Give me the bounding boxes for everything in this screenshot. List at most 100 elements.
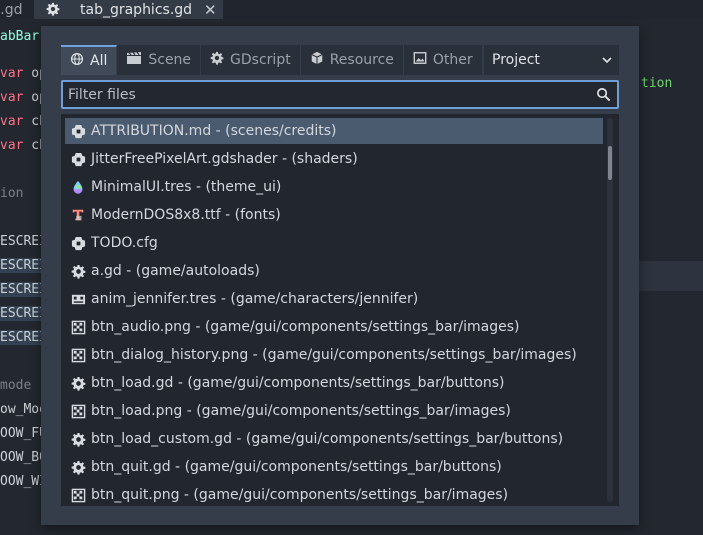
code-line: OOW_BO (0, 450, 47, 465)
file-list-item[interactable]: btn_load.png - (game/gui/components/sett… (65, 398, 603, 424)
file-icon (65, 152, 91, 167)
code-line: mode (0, 378, 31, 393)
file-list-item[interactable]: btn_quit.gd - (game/gui/components/setti… (65, 454, 603, 480)
code-keyword: var (0, 66, 24, 81)
file-type-tabs: All Scene GDscript Resource Other Projec… (61, 45, 619, 75)
image-icon (65, 320, 91, 335)
current-line-highlight (639, 261, 703, 291)
scrollbar-thumb[interactable] (608, 146, 612, 180)
image-icon (65, 488, 91, 503)
file-label: btn_load.gd - (game/gui/components/setti… (91, 375, 505, 391)
code-line: var ch (0, 138, 47, 153)
code-line: abBar (0, 29, 39, 44)
code-line: ESCREI (0, 258, 47, 273)
file-list-item[interactable]: MinimalUI.tres - (theme_ui) (65, 174, 603, 200)
file-list-item[interactable]: a.gd - (game/autoloads) (65, 258, 603, 284)
editor-tab-label: tab_graphics.gd (80, 1, 193, 18)
code-text: OOW_BO (0, 450, 47, 465)
cube-icon (310, 51, 324, 69)
file-list-item[interactable]: TODO.cfg (65, 230, 603, 256)
gear-icon (65, 264, 91, 279)
code-line: ESCREI (0, 330, 47, 345)
code-line: OOW_WI (0, 474, 47, 489)
code-text: ESCREI (0, 306, 47, 321)
scope-select-value: Project (492, 52, 540, 68)
scope-select[interactable]: Project (484, 45, 619, 75)
file-label: btn_dialog_history.png - (game/gui/compo… (91, 347, 577, 363)
image-icon (65, 404, 91, 419)
file-list-item[interactable]: btn_load.gd - (game/gui/components/setti… (65, 370, 603, 396)
code-line: ESCREI (0, 282, 47, 297)
file-list-item[interactable]: btn_load_custom.gd - (game/gui/component… (65, 426, 603, 452)
code-text: OOW_WI (0, 474, 47, 489)
file-label: MinimalUI.tres - (theme_ui) (91, 179, 282, 195)
file-icon (65, 236, 91, 251)
code-fragment: tion (641, 76, 673, 91)
file-label: btn_quit.gd - (game/gui/components/setti… (91, 459, 502, 475)
file-list-item[interactable]: ModernDOS8x8.ttf - (fonts) (65, 202, 603, 228)
tab-label: Other (432, 52, 473, 68)
tab-resource[interactable]: Resource (300, 45, 404, 75)
gear-icon (46, 2, 60, 20)
gear-icon (65, 376, 91, 391)
code-text: abBar (0, 29, 40, 44)
code-keyword: var (0, 90, 24, 105)
code-line: OOW_FU (0, 426, 47, 441)
editor-tab-active[interactable]: tab_graphics.gd ✕ (34, 0, 223, 19)
file-label: ModernDOS8x8.ttf - (fonts) (91, 207, 281, 223)
code-line: var op (0, 66, 47, 81)
file-label: ATTRIBUTION.md - (scenes/credits) (91, 123, 337, 139)
tab-label: All (90, 53, 108, 69)
file-label: TODO.cfg (91, 235, 158, 251)
file-label: JitterFreePixelArt.gdshader - (shaders) (91, 151, 358, 167)
tab-all[interactable]: All (61, 45, 118, 75)
tab-gdscript[interactable]: GDscript (201, 45, 301, 75)
file-list-item[interactable]: anim_jennifer.tres - (game/characters/je… (65, 286, 603, 312)
tab-other[interactable]: Other (403, 45, 483, 75)
filter-files-input[interactable] (68, 86, 588, 103)
code-text: ESCREI (0, 330, 47, 345)
tab-label: Resource (329, 52, 394, 68)
code-text: ESCREI (0, 234, 47, 249)
image-icon (65, 348, 91, 363)
search-icon (596, 87, 611, 106)
globe-icon (70, 52, 84, 70)
chevron-down-icon (601, 54, 613, 70)
file-label: anim_jennifer.tres - (game/characters/je… (91, 291, 419, 307)
code-text: ion (0, 186, 24, 201)
editor-tab-label: s.gd (0, 1, 23, 18)
file-list-item[interactable]: ATTRIBUTION.md - (scenes/credits) (65, 118, 603, 144)
image-icon (413, 51, 427, 69)
code-text: OOW_FU (0, 426, 47, 441)
file-list-item[interactable]: JitterFreePixelArt.gdshader - (shaders) (65, 146, 603, 172)
file-list-item[interactable]: btn_audio.png - (game/gui/components/set… (65, 314, 603, 340)
code-line: ESCREI (0, 306, 47, 321)
tab-scene[interactable]: Scene (117, 45, 202, 75)
file-list[interactable]: ATTRIBUTION.md - (scenes/credits) JitterF… (61, 114, 619, 506)
editor-tab-previous[interactable]: s.gd (0, 0, 34, 19)
close-icon[interactable]: ✕ (204, 1, 217, 19)
quick-open-dialog: All Scene GDscript Resource Other Projec… (41, 26, 639, 525)
file-label: a.gd - (game/autoloads) (91, 263, 260, 279)
code-text: ESCREI (0, 282, 47, 297)
code-keyword: var (0, 138, 24, 153)
code-keyword: var (0, 114, 24, 129)
file-icon (65, 124, 91, 139)
gear-icon (65, 460, 91, 475)
anim-icon (65, 292, 91, 307)
file-label: btn_quit.png - (game/gui/components/sett… (91, 487, 509, 503)
tab-label: GDscript (230, 52, 291, 68)
theme-icon (65, 180, 91, 194)
file-label: btn_audio.png - (game/gui/components/set… (91, 319, 520, 335)
code-line: ESCREI (0, 234, 47, 249)
code-line: ow_Moo (0, 402, 47, 417)
file-list-item[interactable]: btn_dialog_history.png - (game/gui/compo… (65, 342, 603, 368)
code-text: ESCREI (0, 258, 47, 273)
scene-icon (126, 51, 142, 69)
editor-tab-bar: s.gd tab_graphics.gd ✕ (0, 0, 703, 19)
gear-icon (210, 51, 224, 69)
file-list-item[interactable]: btn_quit.png - (game/gui/components/sett… (65, 482, 603, 506)
tab-label: Scene (148, 52, 192, 68)
code-line: ion (0, 186, 23, 201)
filter-files-field[interactable] (61, 80, 619, 109)
